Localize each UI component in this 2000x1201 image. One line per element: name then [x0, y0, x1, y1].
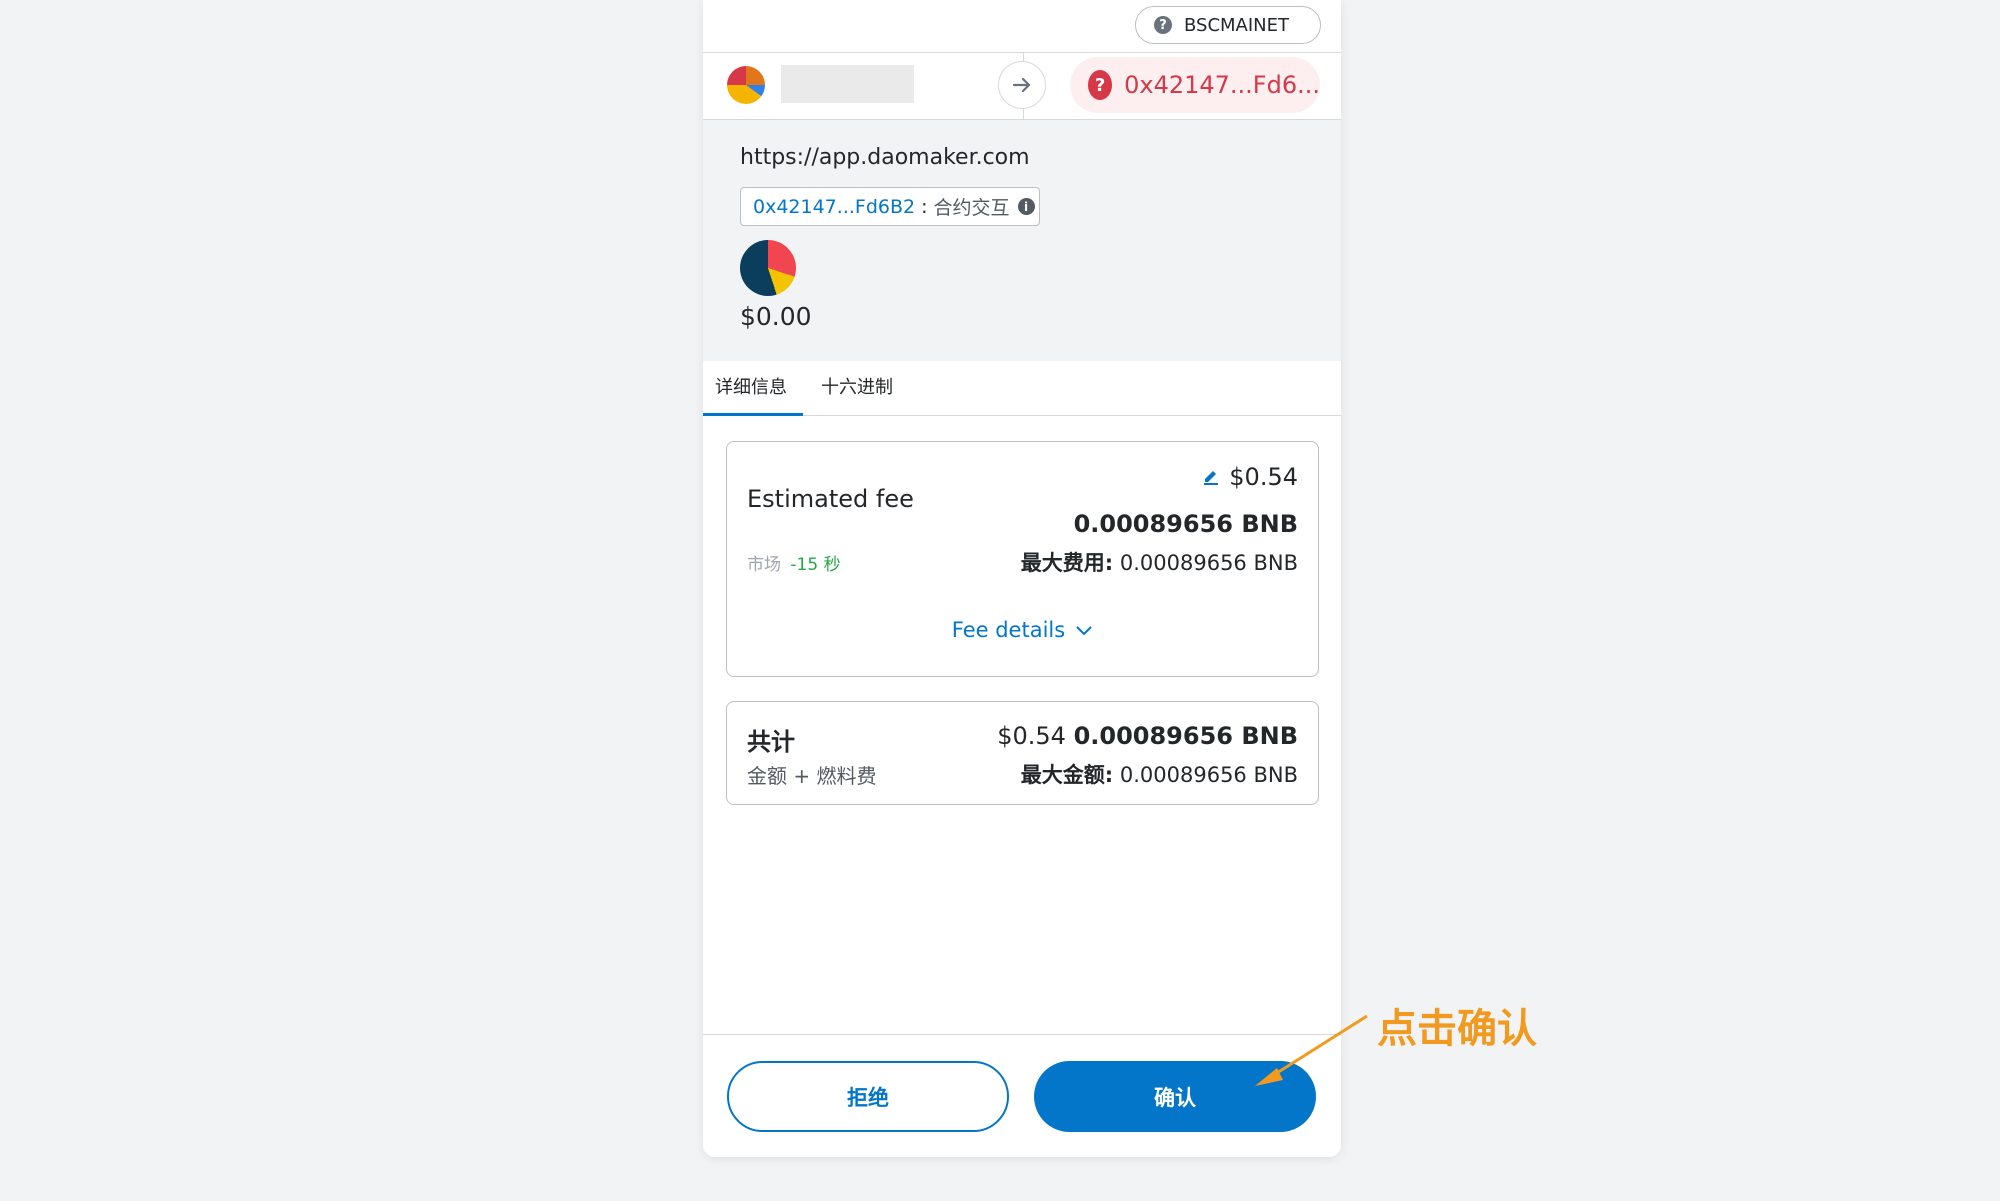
network-selector[interactable]: ? BSCMAINET [1135, 6, 1321, 44]
fee-max-value: 0.00089656 BNB [1119, 551, 1298, 575]
total-card: 共计 金额 + 燃料费 $0.54 0.00089656 BNB 最大金额: 0… [726, 701, 1319, 805]
total-max: 最大金额: 0.00089656 BNB [1021, 759, 1298, 789]
site-origin-url: https://app.daomaker.com [740, 145, 1030, 170]
contract-separator: : [921, 195, 928, 218]
tab-bar: 详细信息 十六进制 [703, 361, 1341, 416]
warning-question-icon: ? [1088, 70, 1113, 100]
token-icon [740, 240, 796, 296]
fee-market-label: 市场 [747, 555, 781, 575]
edit-pencil-icon[interactable] [1201, 463, 1221, 491]
estimated-fee-card: Estimated fee $0.54 0.00089656 BNB 市场 -1… [726, 441, 1319, 677]
chevron-down-icon [1075, 618, 1093, 642]
fee-details-label: Fee details [951, 618, 1066, 642]
fee-usd-row: $0.54 [1201, 463, 1298, 491]
fee-max-label: 最大费用: [1020, 551, 1114, 575]
total-amount: $0.54 0.00089656 BNB [997, 722, 1298, 750]
metamask-confirm-popup: ? BSCMAINET ? 0x42147...Fd6... https://a… [703, 0, 1341, 1157]
annotation-arrow [1255, 1014, 1368, 1086]
estimated-fee-label: Estimated fee [747, 485, 914, 513]
fee-market-time: -15 秒 [790, 555, 841, 575]
transaction-value: $0.00 [740, 302, 812, 331]
total-bnb: 0.00089656 BNB [1073, 722, 1298, 750]
network-bar: ? BSCMAINET [703, 0, 1341, 53]
total-sublabel: 金额 + 燃料费 [747, 764, 877, 788]
total-label: 共计 [747, 728, 795, 756]
active-tab-indicator [703, 413, 803, 416]
contract-address[interactable]: 0x42147...Fd6B2 [753, 196, 915, 218]
fee-market-speed: 市场 -15 秒 [747, 550, 841, 575]
question-icon: ? [1154, 16, 1172, 34]
info-icon[interactable]: i [1017, 198, 1035, 215]
fee-bnb: 0.00089656 BNB [1073, 510, 1298, 538]
from-account-name-redacted [781, 65, 914, 103]
contract-type-label: 合约交互 [933, 197, 1010, 219]
reject-button[interactable]: 拒绝 [727, 1061, 1009, 1132]
total-max-value: 0.00089656 BNB [1119, 763, 1298, 787]
tab-hex[interactable]: 十六进制 [821, 373, 893, 399]
annotation-label: 点击确认 [1377, 1006, 1537, 1052]
contract-interaction-chip[interactable]: 0x42147...Fd6B2 : 合约交互 i [740, 187, 1040, 226]
action-footer: 拒绝 确认 [703, 1034, 1341, 1157]
fee-details-toggle[interactable]: Fee details [727, 618, 1318, 642]
total-usd: $0.54 [997, 722, 1066, 750]
recipient-address: 0x42147...Fd6... [1124, 71, 1320, 99]
fee-max: 最大费用: 0.00089656 BNB [1021, 547, 1298, 577]
from-account-avatar [727, 66, 765, 104]
fee-usd: $0.54 [1229, 463, 1298, 491]
account-row: ? 0x42147...Fd6... [703, 53, 1341, 120]
origin-section: https://app.daomaker.com 0x42147...Fd6B2… [703, 120, 1341, 361]
network-name: BSCMAINET [1184, 14, 1290, 36]
recipient-address-pill[interactable]: ? 0x42147...Fd6... [1070, 57, 1320, 113]
arrow-right-icon [998, 61, 1046, 109]
tab-details[interactable]: 详细信息 [715, 373, 787, 399]
total-max-label: 最大金额: [1020, 763, 1114, 787]
